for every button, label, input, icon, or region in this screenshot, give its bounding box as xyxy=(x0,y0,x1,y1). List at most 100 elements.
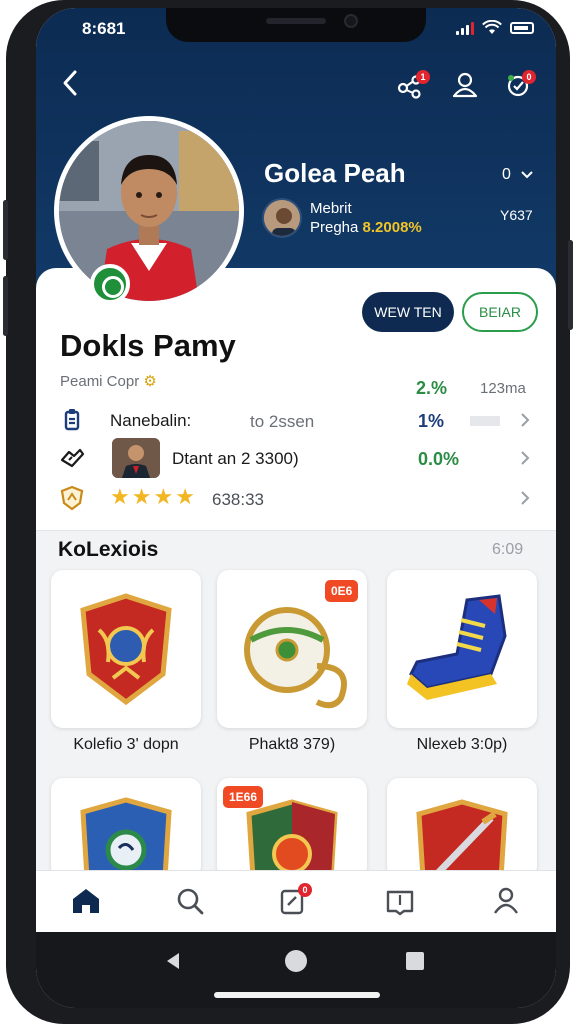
chevron-right-icon xyxy=(521,451,530,465)
profile-tab[interactable] xyxy=(488,883,524,919)
info-row-nationality[interactable]: Nanebalin: to 2ssen 1% xyxy=(36,400,556,440)
system-navigation-bar xyxy=(36,932,556,1008)
player-portrait-illustration xyxy=(59,121,239,301)
red-crest-shield-icon xyxy=(80,593,172,706)
header-player-name: Golea Peah xyxy=(264,158,406,188)
home-tab[interactable] xyxy=(68,883,104,919)
status-icons xyxy=(456,20,534,35)
item-tag: 0E6 xyxy=(325,580,359,602)
chevron-down-icon[interactable] xyxy=(520,168,534,182)
star-icon: ★ xyxy=(153,484,174,509)
search-tab[interactable] xyxy=(172,883,208,919)
collection-card[interactable] xyxy=(51,570,201,728)
volume-down-button xyxy=(3,276,8,336)
collection-tab[interactable] xyxy=(382,883,418,919)
screen: 8:681 1 0 Golea Peah 0 Mebrit Pregha 8.2… xyxy=(36,8,556,1008)
camera-notch xyxy=(166,8,426,42)
phone-frame: 8:681 1 0 Golea Peah 0 Mebrit Pregha 8.2… xyxy=(3,0,573,1024)
bell-icon: ⚙ xyxy=(143,373,157,390)
verified-badge-icon xyxy=(90,264,130,304)
club-thumbnail xyxy=(112,438,160,478)
player-subtitle: Peami Copr ⚙ xyxy=(60,372,157,390)
collection-card[interactable]: 1E66 xyxy=(217,778,367,878)
row-stat: 0.0% xyxy=(418,449,460,469)
search-icon xyxy=(177,888,204,915)
club-portrait xyxy=(112,438,160,478)
football-boot-icon xyxy=(407,594,507,700)
header-subline-2: Pregha 8.2008% xyxy=(310,219,422,236)
player-portrait xyxy=(59,121,239,301)
front-camera xyxy=(344,14,358,28)
back-arrow-icon[interactable] xyxy=(56,68,86,98)
collection-card[interactable] xyxy=(387,778,537,878)
collections-title: KoLexiois xyxy=(58,538,159,561)
collection-card[interactable]: 0E6 xyxy=(217,570,367,728)
star-icon: ★ xyxy=(175,484,195,509)
user-icon xyxy=(494,887,518,914)
notification-badge: 1 xyxy=(416,70,430,84)
header-subline-2-prefix: Pregha xyxy=(310,219,359,236)
handshake-icon xyxy=(60,448,85,468)
stat-percent: 2.% xyxy=(416,378,448,398)
collection-card[interactable] xyxy=(387,570,537,728)
collection-label: Phakt8 379) xyxy=(248,736,336,753)
collections-meta[interactable]: 6:09 xyxy=(492,541,523,559)
home-icon xyxy=(73,889,99,913)
rewards-button[interactable]: 0 xyxy=(502,68,536,102)
item-tag: 1E66 xyxy=(223,786,264,808)
notification-badge: 0 xyxy=(298,883,312,897)
mini-portrait xyxy=(264,200,300,236)
header-right-value: Y637 xyxy=(500,207,533,223)
sword-shield-badge-icon xyxy=(416,799,508,878)
speaker xyxy=(266,18,326,24)
profile-button[interactable] xyxy=(448,68,482,102)
wifi-icon xyxy=(482,20,502,34)
collection-label: Nlexeb 3:0p) xyxy=(416,736,508,753)
status-time: 8:681 xyxy=(82,19,126,38)
stat-value: 123ma xyxy=(480,380,526,397)
row-progress xyxy=(470,416,500,426)
row-stat: 1% xyxy=(418,411,445,431)
battery-icon xyxy=(510,21,534,34)
notification-badge: 0 xyxy=(522,70,536,84)
header-subline-2-highlight: 8.2008% xyxy=(362,219,422,236)
rating-value: 638:33 xyxy=(212,490,264,509)
bottom-tab-bar: 0 xyxy=(36,870,556,932)
system-recents-icon[interactable] xyxy=(404,950,426,972)
star-icon: ★ xyxy=(131,484,152,509)
mini-avatar xyxy=(262,198,302,238)
player-subtitle-text: Peami Copr xyxy=(60,373,140,390)
info-row-rating[interactable]: ★ ★ ★ ★ 638:33 xyxy=(36,478,556,518)
secondary-button[interactable]: BEIAR xyxy=(462,292,538,332)
id-card-icon xyxy=(64,409,80,431)
row-label: Nanebalin: xyxy=(110,411,192,430)
share-network-button[interactable]: 1 xyxy=(394,68,430,102)
section-divider xyxy=(36,530,556,531)
system-back-icon[interactable] xyxy=(162,950,184,972)
blue-shield-badge-icon xyxy=(80,797,172,878)
header-subline-1: Mebrit xyxy=(310,200,352,217)
row-value: to 2ssen xyxy=(250,412,315,431)
follow-button[interactable]: WEW TEN xyxy=(362,292,454,332)
header-meta: 0 xyxy=(502,166,511,183)
book-icon xyxy=(386,890,414,916)
cellular-signal-icon xyxy=(456,21,474,35)
player-name: Dokls Pamy xyxy=(60,328,236,363)
user-outline-icon xyxy=(452,72,478,98)
row-label: Dtant an 2 3300) xyxy=(172,449,299,468)
player-avatar[interactable] xyxy=(54,116,244,306)
volume-up-button xyxy=(3,200,8,260)
collection-card[interactable] xyxy=(51,778,201,878)
info-row-club[interactable]: Dtant an 2 3300) 0.0% xyxy=(36,438,556,478)
status-bar: 8:681 xyxy=(36,8,556,48)
star-rating: ★ ★ ★ ★ xyxy=(110,486,195,508)
home-indicator[interactable] xyxy=(214,992,380,998)
shield-rating-icon xyxy=(60,485,84,511)
system-home-icon[interactable] xyxy=(284,949,308,973)
chevron-right-icon xyxy=(521,413,530,427)
collection-label: Kolefio 3' dopn xyxy=(73,736,179,753)
star-icon: ★ xyxy=(110,484,130,509)
power-button xyxy=(568,240,573,330)
messages-tab[interactable]: 0 xyxy=(276,883,312,919)
chevron-right-icon xyxy=(521,491,530,505)
